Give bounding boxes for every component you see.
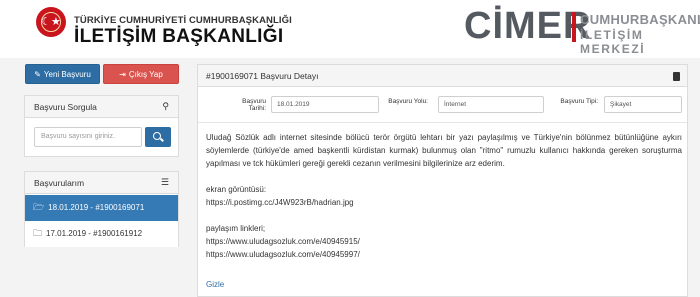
- channel-field[interactable]: İnternet: [438, 96, 544, 113]
- application-body: Uludağ Sözlük adlı internet sitesinde bö…: [206, 131, 682, 274]
- channel-label: Başvuru Yolu:: [388, 98, 428, 105]
- application-item-active[interactable]: 🗁 18.01.2019 - #1900169071: [25, 195, 178, 221]
- query-panel-title: Başvuru Sorgula: [34, 102, 97, 112]
- sign-out-icon: ⇥: [119, 70, 126, 79]
- shares-label: paylaşım linkleri;: [206, 224, 266, 233]
- org-title: İLETİŞİM BAŞKANLIĞI: [74, 26, 284, 47]
- my-applications-panel: Başvurularım ☰ 🗁 18.01.2019 - #1900169071…: [24, 171, 179, 247]
- detail-panel-header: #1900169071 Başvuru Detayı: [198, 65, 687, 87]
- edit-icon: ✎: [34, 70, 41, 79]
- list-icon: ☰: [160, 178, 169, 188]
- folder-icon: 🗀: [33, 229, 43, 239]
- query-search-button[interactable]: [145, 127, 171, 147]
- cimer-logo-line2: İLETİŞİM MERKEZİ: [580, 28, 646, 56]
- hide-link[interactable]: Gizle: [206, 280, 224, 289]
- star-crescent-emblem-icon: ☾★: [36, 7, 66, 37]
- cimer-logo-divider: [572, 12, 576, 42]
- date-label: Başvuru Tarihi:: [242, 98, 266, 112]
- screenshot-url: https://i.postimg.cc/J4W923rB/hadrian.jp…: [206, 198, 354, 207]
- application-query-panel: Başvuru Sorgula ⚲ Başvuru sayısını girin…: [24, 95, 179, 157]
- new-application-label: Yeni Başvuru: [43, 70, 91, 79]
- application-paragraph: Uludağ Sözlük adlı internet sitesinde bö…: [206, 133, 682, 168]
- book-icon[interactable]: [673, 72, 680, 81]
- application-item[interactable]: 🗀 17.01.2019 - #1900161912: [25, 221, 178, 247]
- applications-panel-header: Başvurularım ☰: [25, 172, 178, 194]
- share-url-1: https://www.uludagsozluk.com/e/40945915/: [206, 237, 360, 246]
- logout-label: Çıkış Yap: [128, 70, 163, 79]
- type-label: Başvuru Tipi:: [560, 98, 598, 105]
- site-header: ☾★ TÜRKİYE CUMHURİYETİ CUMHURBAŞKANLIĞI …: [0, 0, 700, 58]
- application-item-label: 18.01.2019 - #1900169071: [48, 203, 145, 212]
- application-number-input[interactable]: Başvuru sayısını giriniz.: [34, 127, 142, 147]
- folder-open-icon: 🗁: [33, 203, 45, 213]
- share-url-2: https://www.uludagsozluk.com/e/40945997/: [206, 250, 360, 259]
- cimer-logo-line1: CUMHURBAŞKANLIĞI: [580, 12, 700, 27]
- detail-title: #1900169071 Başvuru Detayı: [206, 71, 319, 81]
- new-application-button[interactable]: ✎ Yeni Başvuru: [25, 64, 100, 84]
- org-subtitle: TÜRKİYE CUMHURİYETİ CUMHURBAŞKANLIĞI: [74, 15, 292, 26]
- application-detail-panel: #1900169071 Başvuru Detayı Başvuru Tarih…: [197, 64, 688, 297]
- application-item-label: 17.01.2019 - #1900161912: [46, 229, 143, 238]
- application-fields: Başvuru Tarihi: 18.01.2019 Başvuru Yolu:…: [198, 87, 687, 123]
- date-field[interactable]: 18.01.2019: [271, 96, 379, 113]
- logout-button[interactable]: ⇥ Çıkış Yap: [103, 64, 179, 84]
- type-field[interactable]: Şikayet: [604, 96, 682, 113]
- query-panel-header: Başvuru Sorgula ⚲: [25, 96, 178, 118]
- applications-panel-title: Başvurularım: [34, 178, 85, 188]
- search-icon: ⚲: [162, 102, 169, 112]
- screenshot-label: ekran görüntüsü:: [206, 185, 267, 194]
